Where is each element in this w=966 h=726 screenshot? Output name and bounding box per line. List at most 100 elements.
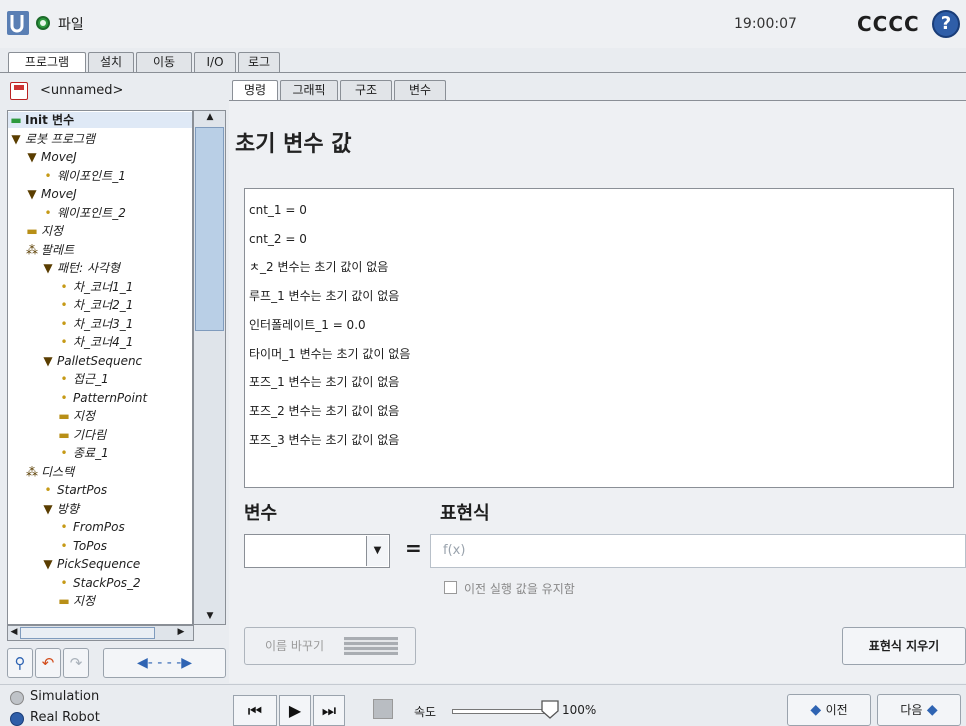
chevron-down-icon[interactable]: ▼ <box>366 536 388 566</box>
step-icon[interactable]: ⏭ <box>313 695 345 726</box>
rewind-icon[interactable]: ⏮ <box>233 695 277 726</box>
tree-node[interactable]: • StackPos_2 <box>58 575 140 591</box>
mode-real-robot[interactable]: Real Robot <box>30 710 100 725</box>
tree-node-icon: ▬ <box>58 409 70 423</box>
tab-move[interactable]: 이동 <box>136 52 192 72</box>
variables-list[interactable]: cnt_1 = 0 cnt_2 = 0 ㅊ_2 변수는 초기 값이 없음루프_1 변… <box>244 188 954 488</box>
tab-structure[interactable]: 구조 <box>340 80 392 100</box>
variable-row[interactable]: 인터폴레이트_1 = 0.0 <box>249 316 366 334</box>
scroll-left-icon[interactable]: ◀ <box>9 627 19 637</box>
tree-node-icon: • <box>60 390 68 405</box>
tree-node[interactable]: ▼ 방향 <box>42 501 79 517</box>
variable-label: 변수 <box>244 503 278 524</box>
tree-node[interactable]: ▬ 지정 <box>58 408 95 424</box>
tab-variables[interactable]: 변수 <box>394 80 446 100</box>
play-icon[interactable]: ▶ <box>279 695 311 726</box>
keep-value-label: 이전 실행 값을 유지함 <box>464 582 575 596</box>
tree-node[interactable]: • PatternPoint <box>58 390 147 406</box>
tree-node-label: 차_코너2_1 <box>73 298 134 312</box>
search-icon[interactable]: ⚲ <box>7 648 33 678</box>
tab-program[interactable]: 프로그램 <box>8 52 86 73</box>
tree-node[interactable]: ▬ 지정 <box>26 223 63 239</box>
tree-node-label: 로봇 프로그램 <box>25 131 96 146</box>
tree-node[interactable]: • 차_코너1_1 <box>58 279 133 295</box>
tree-node[interactable]: ⁂ 팔레트 <box>26 242 74 258</box>
tree-hscroll-thumb[interactable] <box>20 627 155 639</box>
top-bar <box>0 0 966 48</box>
tree-node-label: 웨이포인트_1 <box>57 168 126 183</box>
tree-node-icon: • <box>60 575 68 590</box>
tree-toolbar: ⚲ ↶ ↷ ◀- - - -▶ <box>7 648 226 678</box>
tree-node[interactable]: • 차_코너3_1 <box>58 316 133 332</box>
undo-icon[interactable]: ↶ <box>35 648 61 678</box>
tree-node-label: 지정 <box>73 594 96 608</box>
tree-node[interactable]: • StartPos <box>42 482 107 498</box>
tree-node[interactable]: • 웨이포인트_2 <box>42 205 125 221</box>
save-icon[interactable] <box>10 82 28 100</box>
tab-command[interactable]: 명령 <box>232 80 278 101</box>
tree-node[interactable]: • 차_코너2_1 <box>58 297 133 313</box>
tree-node[interactable]: ▼ PickSequence <box>42 556 140 572</box>
real-robot-icon[interactable] <box>10 712 24 726</box>
variable-row[interactable]: 포즈_2 변수는 초기 값이 없음 <box>249 402 399 420</box>
variable-row[interactable]: ㅊ_2 변수는 초기 값이 없음 <box>249 258 388 276</box>
next-button[interactable]: 다음 ◆ <box>877 694 961 726</box>
variable-row[interactable]: 루프_1 변수는 초기 값이 없음 <box>249 287 399 305</box>
tree-node[interactable]: • 차_코너4_1 <box>58 334 133 350</box>
tree-node-icon: ▬ <box>58 427 70 442</box>
tree-node-icon: • <box>44 205 52 220</box>
tree-node-label: MoveJ <box>41 150 77 164</box>
tree-node-label: 종료_1 <box>73 446 109 460</box>
tree-node[interactable]: ▬ Init 변수 <box>8 112 192 128</box>
tree-scroll-thumb[interactable] <box>195 127 224 331</box>
tree-node-icon: • <box>60 372 68 386</box>
move-arrows-icon[interactable]: ◀- - - -▶ <box>103 648 226 678</box>
clock: 19:00:07 <box>734 16 797 32</box>
variable-row[interactable]: 포즈_3 변수는 초기 값이 없음 <box>249 431 399 449</box>
mode-simulation[interactable]: Simulation <box>30 689 99 704</box>
tree-node-icon: ▼ <box>43 557 53 571</box>
tree-node[interactable]: ▼ MoveJ <box>26 186 76 202</box>
file-menu[interactable]: 파일 <box>58 14 84 34</box>
tree-node-icon: • <box>60 335 68 349</box>
tree-node-label: 차_코너4_1 <box>73 335 134 349</box>
tree-node[interactable]: ▼ 로봇 프로그램 <box>10 131 95 147</box>
clear-expression-button[interactable]: 표현식 지우기 <box>842 627 966 665</box>
tree-node[interactable]: ▼ PalletSequenc <box>42 353 142 369</box>
tree-node[interactable]: • 접근_1 <box>58 371 108 387</box>
tree-node[interactable]: • FromPos <box>58 519 124 535</box>
program-filename: <unnamed> <box>40 83 124 98</box>
page-title: 초기 변수 값 <box>235 132 352 157</box>
tree-node-icon: ▬ <box>10 113 22 127</box>
speed-slider-knob[interactable] <box>540 699 560 719</box>
speed-slider[interactable] <box>452 709 548 714</box>
tab-io[interactable]: I/O <box>194 52 236 72</box>
scroll-up-icon[interactable]: ▲ <box>196 112 224 122</box>
redo-icon[interactable]: ↷ <box>63 648 89 678</box>
tab-installation[interactable]: 설치 <box>88 52 134 72</box>
tree-node[interactable]: ▬ 기다림 <box>58 427 106 443</box>
help-icon[interactable]: ? <box>932 10 960 38</box>
variable-row[interactable]: cnt_1 = 0 <box>249 201 307 219</box>
previous-button[interactable]: ◆ 이전 <box>787 694 871 726</box>
variable-row[interactable]: cnt_2 = 0 <box>249 230 307 248</box>
tree-node[interactable]: ⁂ 디스택 <box>26 464 74 480</box>
keep-value-checkbox[interactable] <box>444 581 457 594</box>
variable-row[interactable]: 타이머_1 변수는 초기 값이 없음 <box>249 345 410 363</box>
stop-icon[interactable] <box>373 699 393 719</box>
tree-node[interactable]: ▼ 패턴: 사각형 <box>42 260 120 276</box>
scroll-right-icon[interactable]: ▶ <box>175 627 187 637</box>
simulation-icon[interactable] <box>10 691 24 705</box>
scroll-down-icon[interactable]: ▼ <box>196 611 224 621</box>
expression-input[interactable]: f(x) <box>430 534 966 568</box>
tree-node[interactable]: ▼ MoveJ <box>26 149 77 165</box>
tree-node[interactable]: • ToPos <box>58 538 107 554</box>
program-tree[interactable]: ▬ Init 변수 ▼ 로봇 프로그램 ▼ MoveJ • 웨이포인트_1 ▼ MoveJ • 웨이포… <box>7 110 193 625</box>
tree-node[interactable]: • 웨이포인트_1 <box>42 168 126 184</box>
tree-node[interactable]: ▬ 지정 <box>58 593 95 609</box>
tab-graphics[interactable]: 그래픽 <box>280 80 338 100</box>
robot-name: CCCC <box>857 12 920 36</box>
variable-row[interactable]: 포즈_1 변수는 초기 값이 없음 <box>249 373 399 391</box>
tree-node[interactable]: • 종료_1 <box>58 445 109 461</box>
tab-log[interactable]: 로그 <box>238 52 280 72</box>
